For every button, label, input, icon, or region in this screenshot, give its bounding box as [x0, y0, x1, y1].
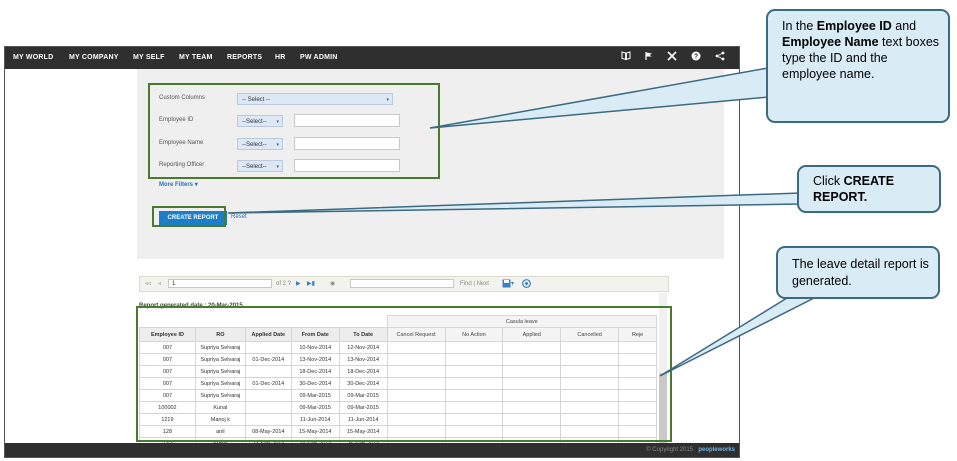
callout-1-bold-a: Employee ID: [816, 19, 892, 33]
callout-report-generated: The leave detail report is generated.: [776, 246, 940, 299]
callout-employee-fields: In the Employee ID and Employee Name tex…: [766, 9, 950, 123]
callout-3-text: The leave detail report is generated.: [792, 257, 929, 288]
callout-1-bold-b: Employee Name: [782, 35, 879, 49]
callout-1-pointer: [429, 67, 782, 129]
callout-2-pointer: [227, 192, 801, 214]
callout-1-text-a: In the: [782, 19, 817, 33]
callout-1-text-b: and: [891, 19, 917, 33]
callout-create-report: Click CREATE REPORT.: [797, 165, 941, 213]
callout-3-pointer: [659, 289, 820, 377]
callout-2-text-a: Click: [813, 174, 844, 188]
